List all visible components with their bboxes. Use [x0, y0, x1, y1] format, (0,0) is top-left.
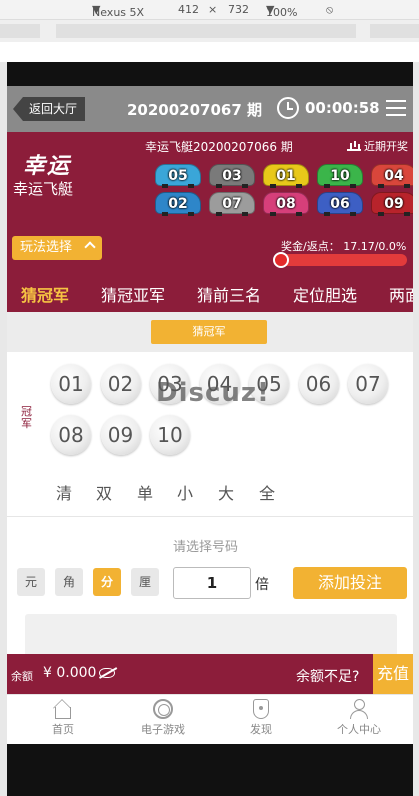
row-label: 冠军: [21, 405, 32, 430]
viewport-height[interactable]: 732: [228, 3, 249, 16]
system-nav-bar: [7, 744, 413, 796]
select-prompt: 请选择号码: [173, 540, 239, 555]
back-to-lobby-button[interactable]: 返回大厅: [13, 97, 86, 121]
result-car: 08: [263, 192, 309, 216]
game-panel: 幸运 幸运飞艇 幸运飞艇20200207066 期 近期开奖 05 03 01 10 0…: [7, 132, 413, 312]
multiplier-unit: 倍: [255, 577, 269, 593]
nav-discover-label: 发现: [250, 723, 272, 736]
rotate-icon[interactable]: ⦸: [326, 3, 333, 17]
result-car: 10: [317, 164, 363, 188]
unit-fen-button[interactable]: 分: [93, 568, 121, 596]
quick-clear[interactable]: 清: [56, 480, 72, 504]
game-icon: [153, 699, 173, 719]
frame-right: [413, 62, 419, 796]
nav-discover[interactable]: 发现: [211, 699, 311, 737]
ruler-segment: [56, 24, 356, 38]
recharge-button[interactable]: 充值: [373, 654, 413, 694]
play-tabs: 猜冠军 猜冠亚军 猜前三名 定位胆选 两面: [7, 272, 413, 312]
number-ball[interactable]: 10: [150, 415, 190, 455]
number-ball[interactable]: 06: [298, 364, 339, 404]
result-car: 06: [317, 192, 363, 216]
unit-jiao-button[interactable]: 角: [55, 568, 83, 596]
number-ball[interactable]: 07: [348, 364, 388, 404]
times-sign: ×: [208, 3, 218, 16]
quick-big[interactable]: 大: [218, 480, 234, 504]
header-bar: 返回大厅 20200207067 期 00:00:58: [7, 86, 413, 132]
bottom-nav: 首页 电子游戏 发现 个人中心: [7, 694, 413, 744]
hamburger-menu-icon[interactable]: [386, 100, 406, 118]
play-select-button[interactable]: 玩法选择: [12, 236, 102, 260]
balance-label: 余额: [11, 670, 33, 683]
number-ball[interactable]: 01: [51, 364, 91, 404]
nav-games[interactable]: 电子游戏: [113, 699, 213, 737]
tab-guess-champion[interactable]: 猜冠军: [21, 282, 69, 306]
quick-all[interactable]: 全: [259, 480, 275, 504]
multiplier-input[interactable]: 1: [173, 567, 251, 599]
last-draw-period: 幸运飞艇20200207066 期: [145, 140, 293, 154]
chart-icon: [347, 141, 361, 151]
quick-odd[interactable]: 单: [137, 480, 153, 504]
game-logo: 幸运: [23, 153, 72, 179]
number-ball[interactable]: 09: [100, 415, 141, 455]
devtools-toolbar: Nexus 5X ▼ 412 × 732 100% ▼ ⦸: [0, 0, 419, 20]
device-name: Nexus 5X: [92, 6, 145, 19]
clock-icon: [277, 97, 299, 119]
divider: [7, 516, 413, 517]
rebate-slider[interactable]: [275, 254, 407, 266]
phone-screen: 返回大厅 20200207067 期 00:00:58 幸运 幸运飞艇 幸运飞艇…: [7, 62, 413, 796]
quick-even[interactable]: 双: [96, 480, 112, 504]
add-bet-button[interactable]: 添加投注: [293, 567, 407, 599]
result-car: 09: [371, 192, 413, 216]
current-period-title: 20200207067 期: [127, 101, 263, 119]
result-car: 05: [155, 164, 201, 188]
recent-draws-label: 近期开奖: [364, 140, 408, 153]
insufficient-balance-text: 余额不足?: [296, 669, 360, 685]
unit-li-button[interactable]: 厘: [131, 568, 159, 596]
watermark: Discuz!: [156, 378, 270, 408]
eye-slash-icon[interactable]: [99, 668, 115, 678]
rebate-slider-handle[interactable]: [273, 252, 289, 268]
tab-guess-top-three[interactable]: 猜前三名: [197, 282, 261, 306]
result-car: 07: [209, 192, 255, 216]
number-ball[interactable]: 08: [51, 415, 91, 455]
zoom-value: 100%: [266, 6, 298, 19]
game-name: 幸运飞艇: [13, 180, 74, 198]
devtools-ruler: [0, 20, 419, 42]
nav-home-label: 首页: [52, 723, 74, 736]
viewport-width[interactable]: 412: [178, 3, 199, 16]
nav-games-label: 电子游戏: [141, 723, 185, 736]
countdown-timer: 00:00:58: [305, 99, 380, 117]
nav-home[interactable]: 首页: [13, 699, 113, 737]
tab-guess-top-two[interactable]: 猜冠亚军: [101, 282, 165, 306]
unit-yuan-button[interactable]: 元: [17, 568, 45, 596]
status-bar: [7, 62, 413, 86]
devtools-spacer: [0, 42, 419, 62]
chevron-up-icon: [84, 241, 96, 253]
nav-profile-label: 个人中心: [337, 723, 381, 736]
balance-bar: 余额 ¥ 0.000 余额不足? 充值: [7, 654, 413, 694]
home-icon: [55, 707, 71, 719]
user-icon: [349, 699, 369, 719]
ruler-segment: [0, 24, 40, 38]
result-car: 02: [155, 192, 201, 216]
frame-left: [0, 62, 7, 796]
number-ball[interactable]: 02: [100, 364, 141, 404]
tab-two-sides[interactable]: 两面: [389, 282, 413, 306]
ruler-segment: [370, 24, 419, 38]
recent-draws-link[interactable]: 近期开奖: [347, 138, 408, 154]
result-car: 04: [371, 164, 413, 188]
play-select-label: 玩法选择: [20, 240, 73, 255]
quick-small[interactable]: 小: [177, 480, 193, 504]
rebate-text: 奖金/返点： 17.17/0.0%: [281, 240, 407, 253]
discover-icon: [253, 699, 269, 719]
section-title: 猜冠军: [151, 320, 267, 344]
tab-position[interactable]: 定位胆选: [293, 282, 357, 306]
nav-profile[interactable]: 个人中心: [309, 699, 409, 737]
balance-amount: ¥ 0.000: [43, 665, 97, 681]
result-car: 03: [209, 164, 255, 188]
section-header: 猜冠军: [7, 312, 413, 352]
zoom-selector[interactable]: 100% ▼: [266, 3, 297, 19]
device-selector[interactable]: Nexus 5X ▼: [92, 3, 144, 19]
result-car: 01: [263, 164, 309, 188]
